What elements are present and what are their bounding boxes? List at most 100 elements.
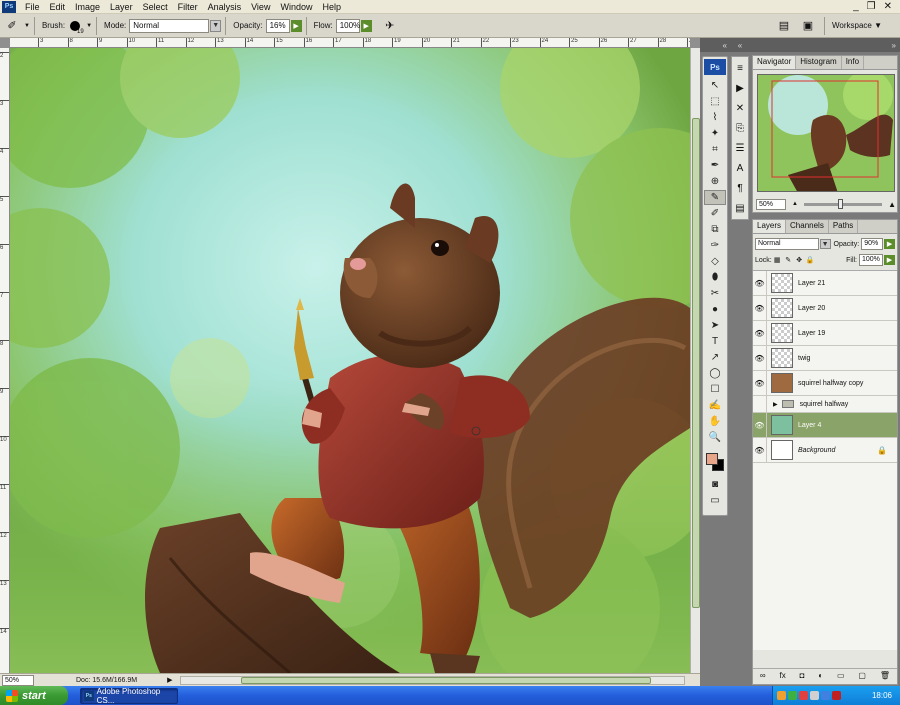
- visibility-eye-icon[interactable]: 👁: [753, 370, 767, 396]
- fill-slider-icon[interactable]: ▶: [884, 255, 895, 265]
- foreground-color-swatch[interactable]: [706, 453, 718, 465]
- zoom-in-icon[interactable]: ▲: [888, 200, 896, 209]
- lock-pixels-icon[interactable]: ✎: [784, 256, 793, 265]
- mode-dropdown-icon[interactable]: ▼: [210, 19, 222, 32]
- navigator-zoom-knob[interactable]: [837, 198, 843, 209]
- strip-collapse-icon[interactable]: «: [730, 38, 750, 52]
- photoshop-badge-icon[interactable]: Ps: [704, 59, 726, 75]
- layer-row-background[interactable]: 👁 Background 🔒: [753, 437, 897, 463]
- canvas[interactable]: [10, 48, 690, 673]
- menu-analysis[interactable]: Analysis: [203, 0, 247, 14]
- opacity-slider-icon[interactable]: ▶: [290, 19, 302, 32]
- brush-tool-preset-icon[interactable]: ✐: [4, 18, 20, 34]
- tool-18-icon[interactable]: ◯: [704, 366, 726, 381]
- strip-button-2-icon[interactable]: ✕: [732, 99, 748, 117]
- minimize-button[interactable]: _: [853, 1, 859, 12]
- tool-2-icon[interactable]: ⌇: [704, 110, 726, 125]
- tray-icon-1[interactable]: [777, 691, 786, 700]
- layer-opacity-slider-icon[interactable]: ▶: [884, 239, 896, 249]
- strip-button-7-icon[interactable]: ▤: [732, 199, 748, 217]
- tool-13-icon[interactable]: ✂: [704, 286, 726, 301]
- tool-22-icon[interactable]: 🔍: [704, 430, 726, 445]
- tool-3-icon[interactable]: ✦: [704, 126, 726, 141]
- quick-mask-icon[interactable]: ◙: [704, 477, 726, 492]
- layer-row-layer-19[interactable]: 👁 Layer 19: [753, 320, 897, 346]
- tab-channels[interactable]: Channels: [786, 220, 829, 233]
- menu-layer[interactable]: Layer: [105, 0, 138, 14]
- fill-field[interactable]: 100%: [859, 254, 883, 266]
- blend-mode-dropdown-icon[interactable]: ▼: [819, 239, 831, 249]
- tool-0-icon[interactable]: ↖: [704, 78, 726, 93]
- tab-navigator[interactable]: Navigator: [753, 56, 797, 69]
- strip-button-3-icon[interactable]: ⎘: [732, 119, 748, 137]
- layer-row-squirrel-halfway-copy[interactable]: 👁 squirrel halfway copy: [753, 370, 897, 396]
- new-layer-icon[interactable]: ▢: [858, 671, 866, 680]
- layer-mask-icon[interactable]: ◘: [800, 671, 805, 680]
- menu-view[interactable]: View: [246, 0, 275, 14]
- navigator-zoom-slider[interactable]: [803, 198, 883, 209]
- tab-paths[interactable]: Paths: [829, 220, 859, 233]
- tool-14-icon[interactable]: ●: [704, 302, 726, 317]
- tool-7-icon[interactable]: ✎: [704, 190, 726, 205]
- start-button[interactable]: start: [0, 686, 68, 705]
- brush-dropdown-icon[interactable]: ▼: [86, 23, 92, 29]
- blend-mode-select[interactable]: Normal: [755, 238, 819, 250]
- strip-button-5-icon[interactable]: A: [732, 159, 748, 177]
- tool-10-icon[interactable]: ✑: [704, 238, 726, 253]
- layer-row-twig[interactable]: 👁 twig: [753, 345, 897, 371]
- tools-collapse-icon[interactable]: «: [700, 38, 730, 52]
- status-menu-arrow-icon[interactable]: ▶: [167, 676, 172, 684]
- navigator-zoom-field[interactable]: 50%: [756, 198, 786, 210]
- tool-19-icon[interactable]: ☐: [704, 382, 726, 397]
- workspace-menu[interactable]: Workspace ▼: [832, 21, 882, 30]
- link-layers-icon[interactable]: ∞: [760, 671, 766, 680]
- layer-group-squirrel-halfway[interactable]: ▶ squirrel halfway: [753, 395, 897, 413]
- layer-row-layer-21[interactable]: 👁 Layer 21: [753, 270, 897, 296]
- restore-button[interactable]: ❐: [867, 1, 876, 12]
- tool-8-icon[interactable]: ✐: [704, 206, 726, 221]
- navigator-preview[interactable]: [757, 74, 895, 192]
- vertical-scroll-thumb[interactable]: [692, 118, 700, 608]
- layer-row-layer-4[interactable]: 👁 Layer 4: [753, 412, 897, 438]
- horizontal-scroll-thumb[interactable]: [241, 677, 651, 684]
- lock-position-icon[interactable]: ✥: [795, 256, 804, 265]
- tray-icon-6[interactable]: [832, 691, 841, 700]
- tool-4-icon[interactable]: ⌗: [704, 142, 726, 157]
- layer-opacity-field[interactable]: 90%: [861, 238, 884, 250]
- visibility-eye-icon[interactable]: 👁: [753, 320, 767, 346]
- tool-15-icon[interactable]: ➤: [704, 318, 726, 333]
- brushes-panel-icon[interactable]: ▤: [776, 18, 792, 34]
- layer-row-layer-20[interactable]: 👁 Layer 20: [753, 295, 897, 321]
- visibility-eye-icon[interactable]: 👁: [753, 295, 767, 321]
- close-button[interactable]: ✕: [884, 1, 892, 12]
- visibility-eye-icon[interactable]: 👁: [753, 345, 767, 371]
- vertical-scrollbar[interactable]: [690, 48, 700, 673]
- tool-12-icon[interactable]: ⬮: [704, 270, 726, 285]
- tool-9-icon[interactable]: ⧉: [704, 222, 726, 237]
- horizontal-scrollbar[interactable]: [180, 676, 685, 685]
- mode-select[interactable]: Normal: [129, 18, 210, 33]
- strip-button-1-icon[interactable]: ▶: [732, 79, 748, 97]
- airbrush-icon[interactable]: ✈: [382, 18, 398, 34]
- tool-1-icon[interactable]: ⬚: [704, 94, 726, 109]
- visibility-eye-icon[interactable]: 👁: [753, 437, 767, 463]
- tab-layers[interactable]: Layers: [753, 220, 787, 233]
- zoom-level-field[interactable]: 50%: [2, 674, 34, 686]
- lock-transparency-icon[interactable]: ▦: [773, 256, 782, 265]
- menu-filter[interactable]: Filter: [173, 0, 203, 14]
- menu-select[interactable]: Select: [138, 0, 173, 14]
- menu-edit[interactable]: Edit: [45, 0, 71, 14]
- strip-button-0-icon[interactable]: ≡: [732, 59, 748, 77]
- tool-preset-dropdown-icon[interactable]: ▼: [24, 23, 30, 29]
- menu-help[interactable]: Help: [317, 0, 346, 14]
- dock-collapse-icon[interactable]: »: [750, 38, 900, 52]
- tab-info[interactable]: Info: [842, 56, 865, 69]
- tray-icon-2[interactable]: [788, 691, 797, 700]
- tool-6-icon[interactable]: ⊕: [704, 174, 726, 189]
- strip-button-4-icon[interactable]: ☰: [732, 139, 748, 157]
- tool-5-icon[interactable]: ✒: [704, 158, 726, 173]
- menu-window[interactable]: Window: [275, 0, 317, 14]
- visibility-eye-icon[interactable]: 👁: [753, 270, 767, 296]
- zoom-out-icon[interactable]: ▲: [792, 201, 798, 207]
- new-group-icon[interactable]: ▭: [837, 671, 845, 680]
